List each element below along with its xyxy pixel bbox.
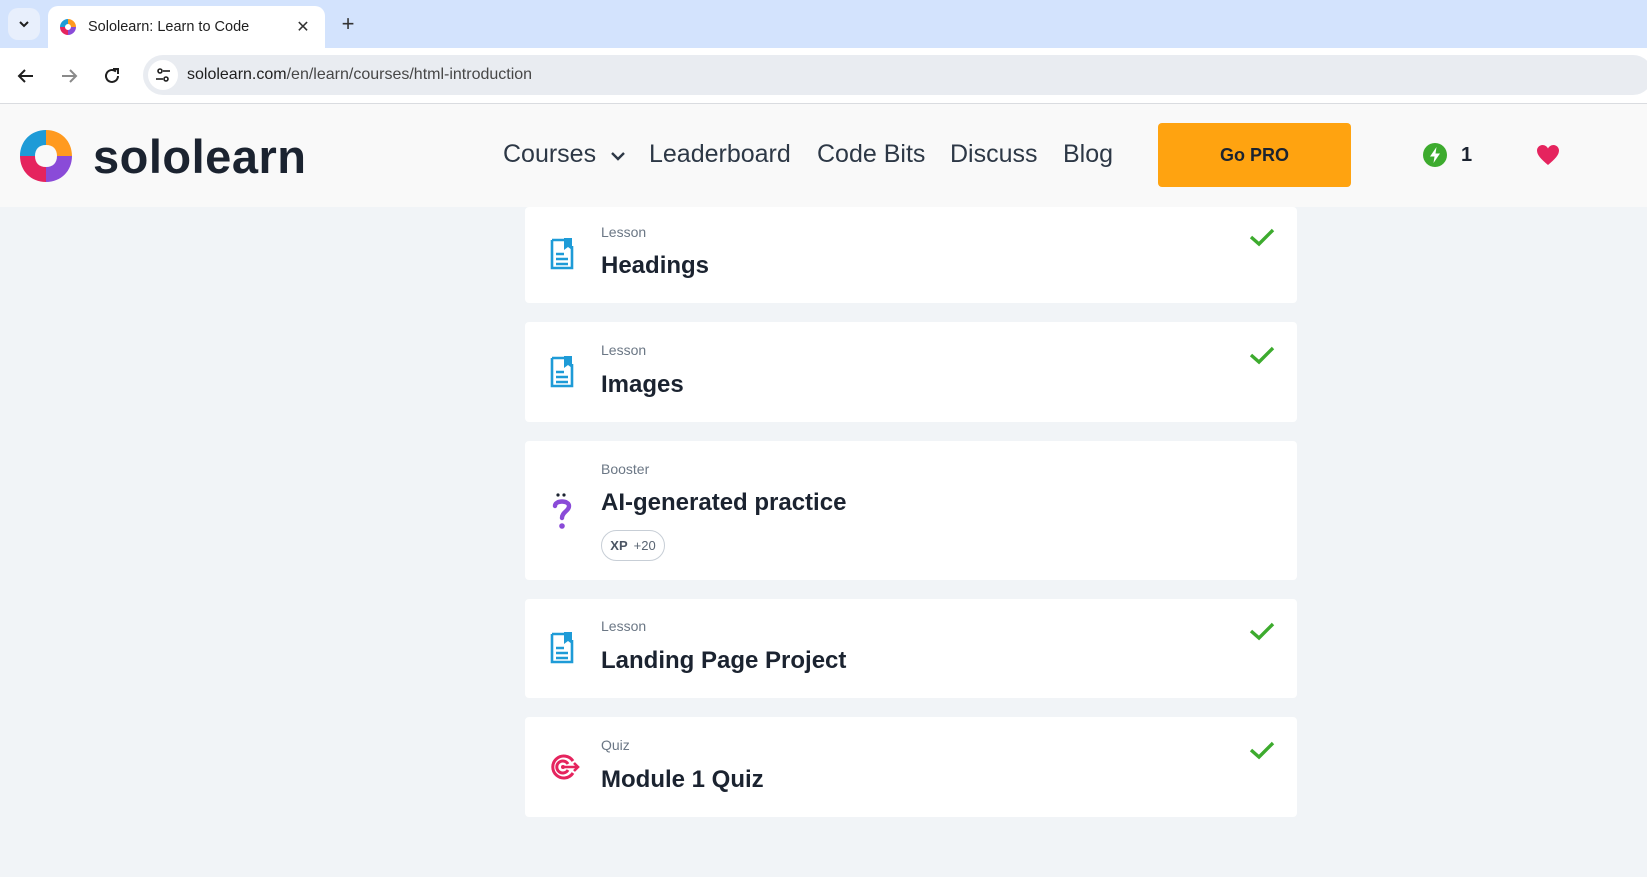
reload-icon — [105, 68, 119, 83]
lesson-title: Landing Page Project — [601, 647, 847, 674]
forward-arrow-icon — [62, 69, 78, 83]
streak-count: 1 — [1461, 143, 1473, 166]
heart-icon[interactable] — [1536, 144, 1560, 171]
lesson-doc-icon — [550, 632, 574, 664]
browser-toolbar: sololearn.com/en/learn/courses/html-intr… — [0, 48, 1647, 104]
tune-icon — [156, 68, 170, 82]
lesson-doc-icon — [550, 356, 574, 388]
lightning-bolt-icon — [1423, 143, 1447, 167]
xp-badge: XP +20 — [601, 530, 665, 561]
nav-discuss[interactable]: Discuss — [950, 140, 1038, 169]
sololearn-logo-icon — [20, 130, 72, 182]
sololearn-logo[interactable]: sololearn — [17, 127, 306, 185]
lesson-kind: Quiz — [601, 737, 630, 753]
lesson-title: Images — [601, 371, 684, 398]
tab-close-icon[interactable]: ✕ — [291, 15, 315, 39]
lesson-kind: Lesson — [601, 342, 647, 358]
nav-code-bits[interactable]: Code Bits — [817, 140, 925, 169]
chevron-down-icon — [611, 152, 625, 161]
lesson-card-headings[interactable]: Lesson Headings — [525, 207, 1297, 303]
url-domain: sololearn.com — [187, 66, 287, 83]
tab-search-button[interactable] — [8, 8, 40, 40]
sololearn-favicon-icon — [60, 19, 76, 35]
back-button[interactable] — [10, 60, 42, 92]
checkmark-icon — [1249, 346, 1275, 365]
checkmark-icon — [1249, 622, 1275, 641]
lesson-kind: Booster — [601, 461, 650, 477]
quiz-card-module-1[interactable]: Quiz Module 1 Quiz — [525, 717, 1297, 817]
site-info-button[interactable] — [148, 60, 178, 90]
browser-tab[interactable]: Sololearn: Learn to Code ✕ — [48, 6, 325, 48]
reload-button[interactable] — [96, 60, 128, 92]
go-pro-button[interactable]: Go PRO — [1158, 123, 1351, 187]
lesson-title: Module 1 Quiz — [601, 766, 764, 793]
back-arrow-icon — [17, 69, 33, 83]
nav-blog[interactable]: Blog — [1063, 140, 1113, 169]
nav-courses[interactable]: Courses — [503, 140, 627, 169]
url-text: sololearn.com/en/learn/courses/html-intr… — [187, 66, 532, 84]
lesson-doc-icon — [550, 238, 574, 270]
lesson-kind: Lesson — [601, 224, 647, 240]
site-header: sololearn Courses Leaderboard Code Bits … — [0, 104, 1647, 207]
lesson-title: Headings — [601, 252, 710, 279]
checkmark-icon — [1249, 741, 1275, 760]
lesson-card-images[interactable]: Lesson Images — [525, 322, 1297, 422]
xp-label: XP — [610, 538, 628, 553]
chevron-down-icon — [19, 21, 29, 28]
lesson-kind: Lesson — [601, 618, 647, 634]
address-bar[interactable]: sololearn.com/en/learn/courses/html-intr… — [143, 55, 1647, 95]
url-path: /en/learn/courses/html-introduction — [286, 66, 533, 83]
nav-leaderboard[interactable]: Leaderboard — [649, 140, 791, 169]
forward-button[interactable] — [53, 60, 85, 92]
lesson-card-landing-page[interactable]: Lesson Landing Page Project — [525, 599, 1297, 698]
streak-counter[interactable]: 1 — [1423, 143, 1472, 167]
booster-card-ai-practice[interactable]: Booster AI-generated practice XP +20 — [525, 441, 1297, 580]
logo-text: sololearn — [93, 129, 307, 183]
browser-tab-bar: Sololearn: Learn to Code ✕ + — [0, 0, 1647, 48]
checkmark-icon — [1249, 228, 1275, 247]
lesson-title: AI-generated practice — [601, 489, 847, 516]
question-mark-icon — [552, 493, 572, 529]
tab-title: Sololearn: Learn to Code — [88, 19, 250, 35]
xp-value: +20 — [633, 538, 656, 553]
nav-courses-label: Courses — [503, 140, 597, 168]
target-icon — [551, 754, 580, 780]
new-tab-button[interactable]: + — [334, 10, 362, 38]
